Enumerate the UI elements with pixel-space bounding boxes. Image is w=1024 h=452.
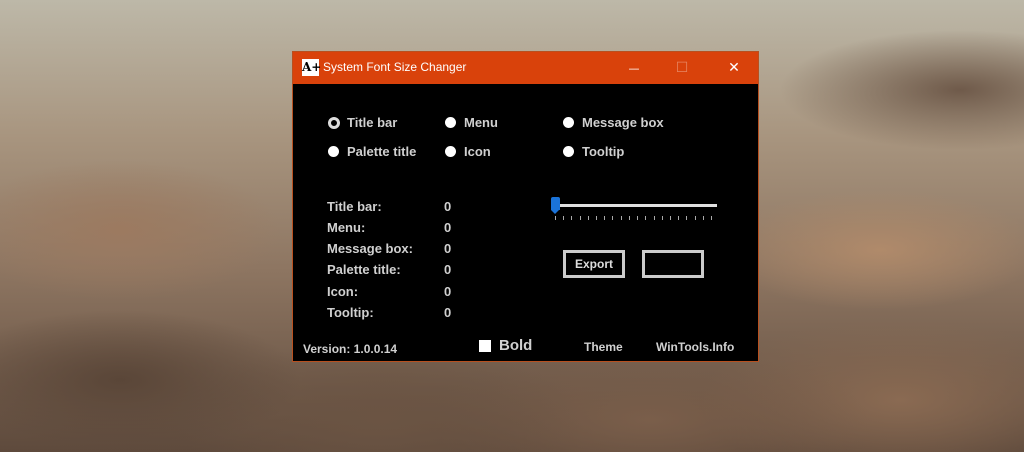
- radio-label[interactable]: Menu: [464, 115, 498, 130]
- slider-tick: [628, 216, 630, 220]
- blank-button[interactable]: [642, 250, 704, 278]
- value-number: 0: [444, 199, 452, 214]
- slider-tick: [686, 216, 688, 220]
- radio-label[interactable]: Palette title: [347, 144, 416, 159]
- app-window: A+ System Font Size Changer — ☐ ✕ Title …: [292, 51, 759, 362]
- slider-tick: [612, 216, 614, 220]
- value-label: Menu:: [327, 220, 366, 235]
- radio-label[interactable]: Message box: [582, 115, 664, 130]
- slider-thumb[interactable]: [551, 197, 560, 214]
- value-number: 0: [444, 241, 452, 256]
- wintools-link[interactable]: WinTools.Info: [656, 340, 734, 354]
- value-number: 0: [444, 262, 452, 277]
- slider-tick: [661, 216, 663, 220]
- app-icon: A+: [302, 59, 322, 76]
- radio-icon[interactable]: [563, 146, 574, 157]
- slider-tick: [596, 216, 598, 220]
- slider-tick: [637, 216, 639, 220]
- radio-icon[interactable]: [445, 146, 456, 157]
- title-bar[interactable]: A+ System Font Size Changer — ☐ ✕: [293, 52, 758, 84]
- value-label: Icon:: [327, 284, 359, 299]
- slider-tick: [678, 216, 680, 220]
- maximize-button[interactable]: ☐: [659, 52, 705, 84]
- minimize-icon: —: [628, 61, 640, 75]
- slider-tick: [653, 216, 655, 220]
- value-label: Tooltip:: [327, 305, 374, 320]
- slider-track[interactable]: [555, 204, 717, 207]
- slider-tick: [579, 216, 581, 220]
- radio-selected-icon[interactable]: [328, 117, 340, 129]
- slider-tick: [571, 216, 573, 220]
- close-icon: ✕: [728, 60, 740, 76]
- value-label: Message box:: [327, 241, 413, 256]
- radio-label[interactable]: Tooltip: [582, 144, 624, 159]
- radio-icon[interactable]: [445, 117, 456, 128]
- slider-tick: [711, 216, 712, 220]
- window-title: System Font Size Changer: [323, 60, 467, 74]
- maximize-icon: ☐: [675, 60, 689, 76]
- slider-tick: [669, 216, 671, 220]
- value-label: Palette title:: [327, 262, 401, 277]
- slider-tick: [702, 216, 704, 220]
- slider-tick: [645, 216, 647, 220]
- radio-label[interactable]: Icon: [464, 144, 491, 159]
- slider-tick: [563, 216, 565, 220]
- export-button[interactable]: Export: [563, 250, 625, 278]
- value-number: 0: [444, 220, 452, 235]
- slider-tick: [604, 216, 606, 220]
- theme-link[interactable]: Theme: [584, 340, 623, 354]
- close-button[interactable]: ✕: [711, 52, 757, 84]
- bold-label[interactable]: Bold: [499, 337, 532, 354]
- slider-tick: [620, 216, 622, 220]
- radio-icon[interactable]: [328, 146, 339, 157]
- bold-checkbox[interactable]: [479, 340, 491, 352]
- value-label: Title bar:: [327, 199, 382, 214]
- slider-tick: [694, 216, 696, 220]
- version-label: Version: 1.0.0.14: [303, 342, 398, 356]
- slider-tick: [587, 216, 589, 220]
- minimize-button[interactable]: —: [611, 52, 657, 84]
- slider-tick: [555, 216, 556, 220]
- value-number: 0: [444, 305, 452, 320]
- value-number: 0: [444, 284, 452, 299]
- radio-label[interactable]: Title bar: [347, 115, 397, 130]
- radio-icon[interactable]: [563, 117, 574, 128]
